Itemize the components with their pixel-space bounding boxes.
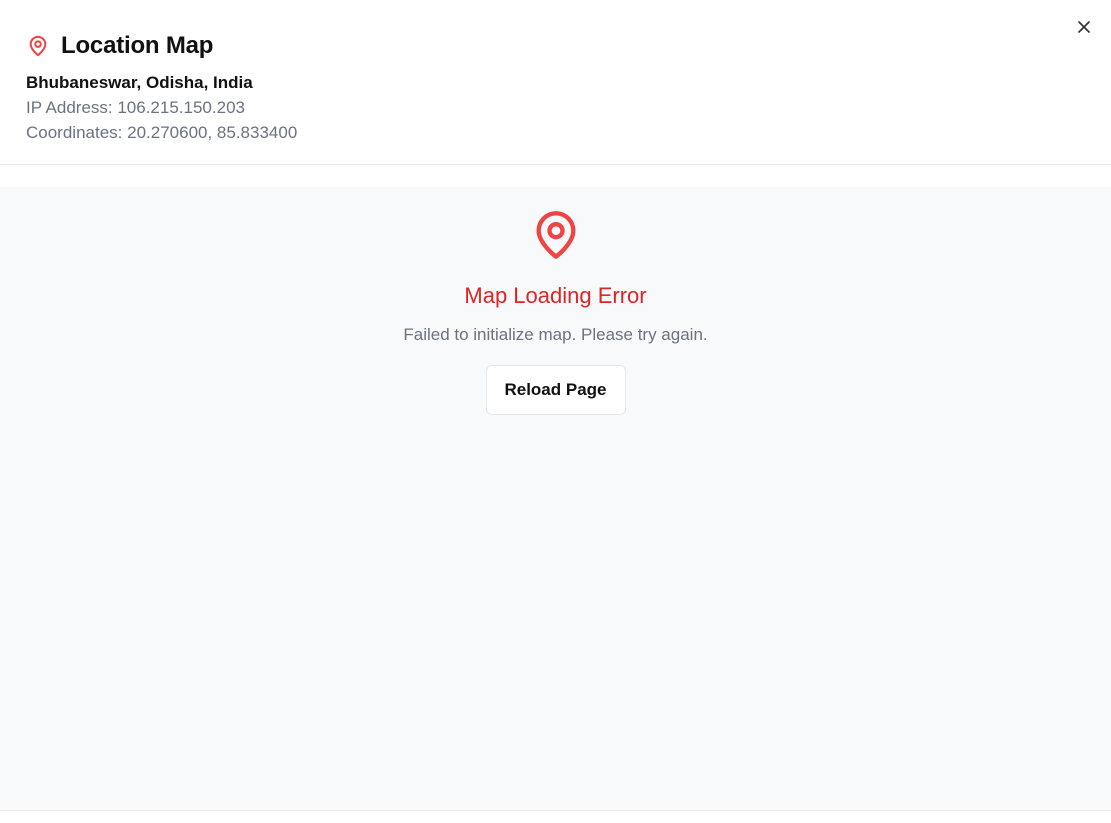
coordinates: Coordinates: 20.270600, 85.833400 bbox=[26, 123, 298, 142]
dialog-header: Location Map Bhubaneswar, Odisha, India … bbox=[0, 0, 1111, 165]
map-pin-icon bbox=[530, 205, 582, 265]
location-map-dialog: Location Map Bhubaneswar, Odisha, India … bbox=[0, 0, 1111, 823]
location-name: Bhubaneswar, Odisha, India bbox=[26, 73, 253, 92]
map-pin-icon bbox=[26, 34, 50, 58]
ip-address: IP Address: 106.215.150.203 bbox=[26, 98, 245, 117]
dialog-title: Location Map bbox=[61, 32, 214, 59]
reload-page-button[interactable]: Reload Page bbox=[485, 365, 626, 415]
error-message: Failed to initialize map. Please try aga… bbox=[403, 325, 708, 344]
dialog-footer-strip bbox=[0, 810, 1111, 823]
error-title: Map Loading Error bbox=[464, 283, 647, 308]
title-row: Location Map bbox=[26, 30, 213, 62]
map-error-panel: Map Loading Error Failed to initialize m… bbox=[0, 205, 1111, 415]
close-button[interactable] bbox=[1073, 16, 1095, 38]
close-icon bbox=[1078, 21, 1090, 33]
